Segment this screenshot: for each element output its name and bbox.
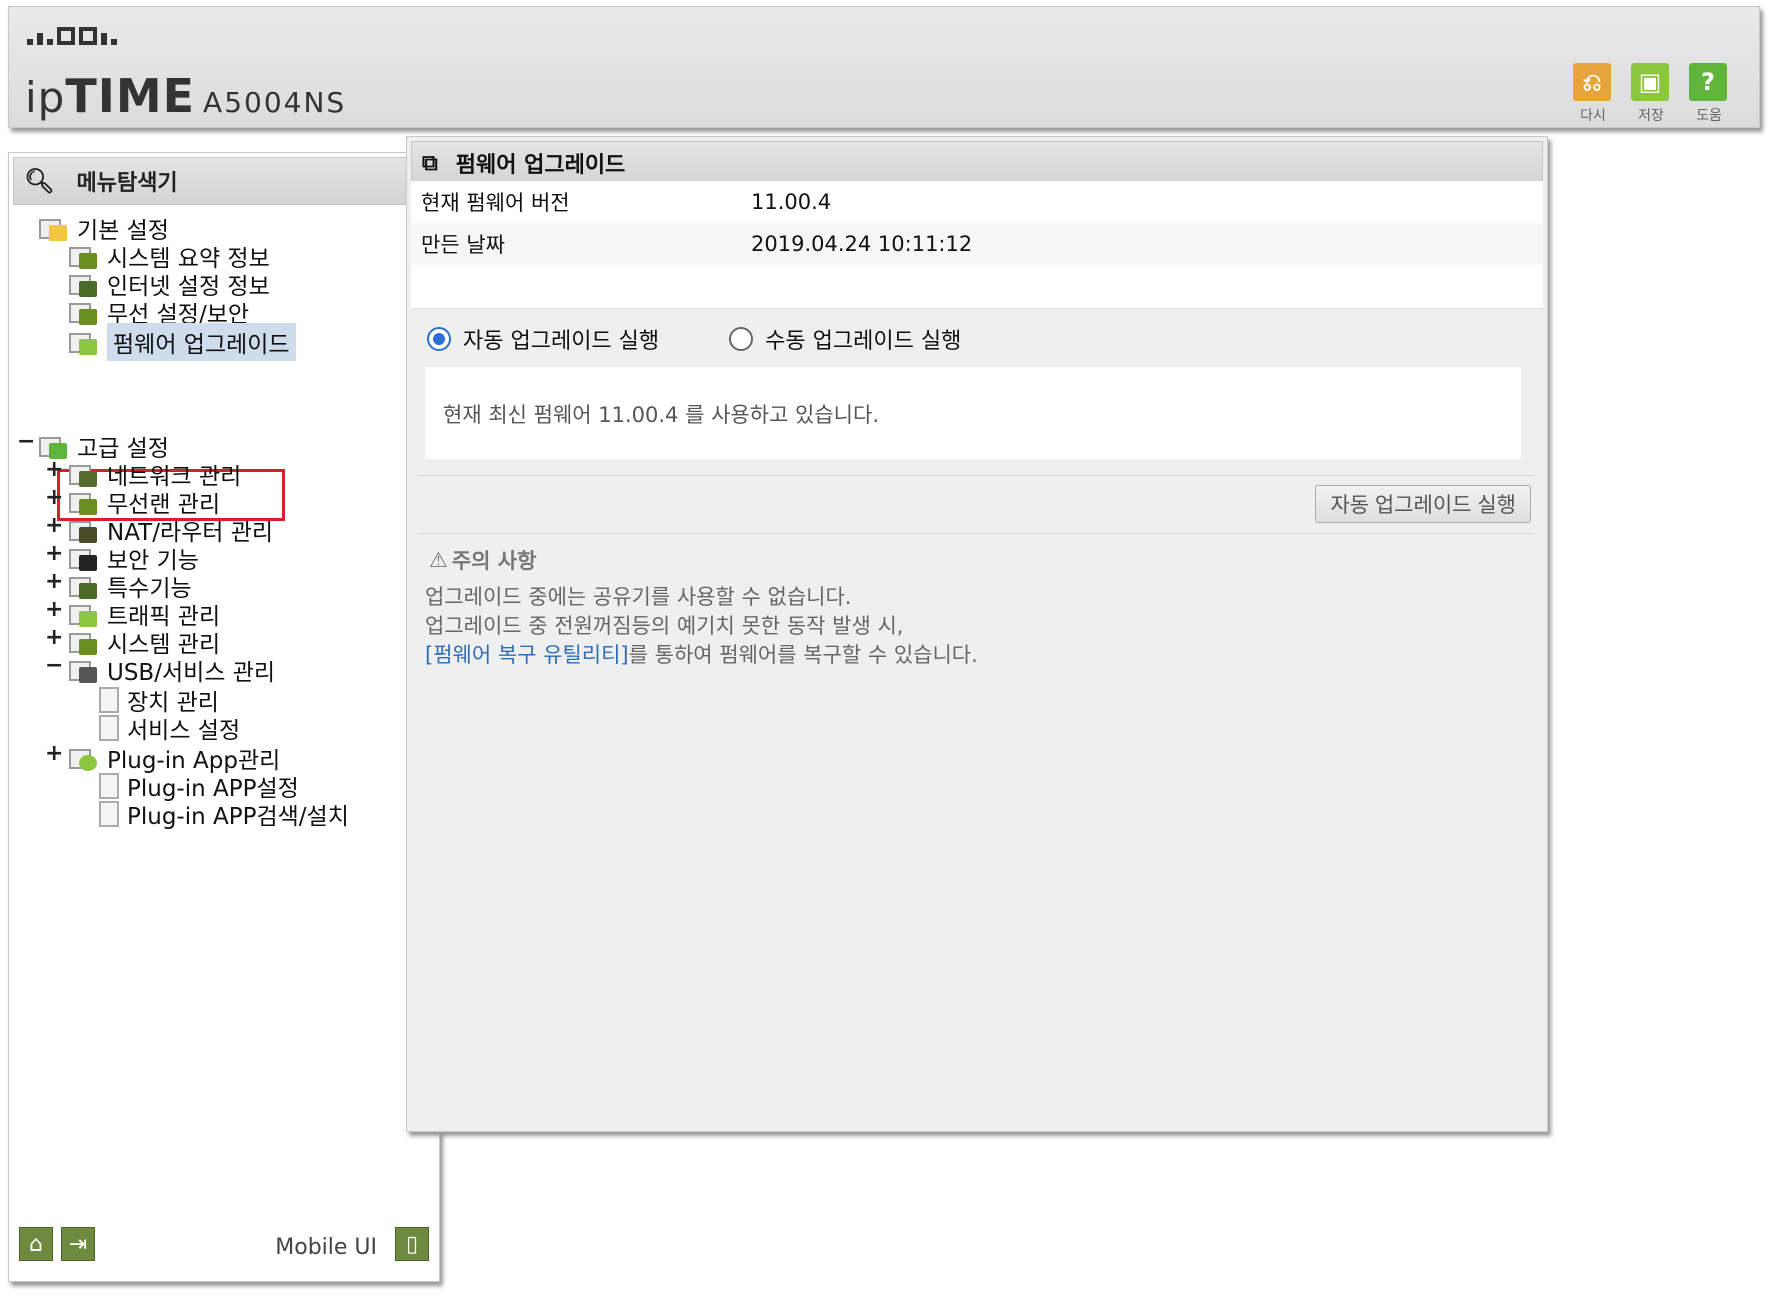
tree-item-service[interactable]: 서비스 설정	[99, 711, 240, 745]
tree-toggle-plugin[interactable]: +	[45, 741, 63, 766]
router-icon	[69, 517, 99, 543]
monitor-icon	[69, 271, 99, 297]
radio-unselected[interactable]	[729, 327, 754, 351]
tree-toggle-advanced[interactable]: −	[17, 429, 35, 454]
tree-item-firmware-upgrade[interactable]: 펌웨어 업그레이드	[69, 323, 296, 361]
tree-toggle-network[interactable]: +	[45, 457, 63, 482]
run-auto-upgrade-button[interactable]: 자동 업그레이드 실행	[1315, 485, 1531, 523]
save-icon: ▣	[1631, 63, 1669, 101]
tree-item-plugin-install[interactable]: Plug-in APP검색/설치	[99, 797, 349, 831]
firmware-recovery-link[interactable]: [펌웨어 복구 유틸리티]	[425, 643, 629, 667]
content-header: ⧉ 펌웨어 업그레이드	[411, 141, 1543, 185]
page-icon	[99, 687, 119, 713]
auto-upgrade-radio[interactable]: 자동 업그레이드 실행	[427, 323, 659, 355]
chart-icon	[69, 629, 99, 655]
radio-selected[interactable]	[427, 327, 451, 351]
warning-icon: ⚠	[429, 548, 448, 572]
page-icon	[99, 715, 119, 741]
page-title: 펌웨어 업그레이드	[455, 153, 626, 178]
undo-icon: ⎌	[1573, 63, 1611, 101]
help-icon: ?	[1689, 63, 1727, 101]
home-button[interactable]: ⌂	[19, 1227, 53, 1261]
save-button[interactable]: ▣ 저장	[1631, 63, 1671, 125]
logout-icon: ⇥	[68, 1231, 88, 1257]
brand-logo: ipTIME A5004NS	[25, 69, 347, 123]
upload-icon	[69, 329, 99, 355]
undo-button[interactable]: ⎌ 다시	[1573, 63, 1613, 125]
home-icon: ⌂	[29, 1231, 43, 1257]
wifi-icon	[69, 299, 99, 325]
menu-explorer: 🔍︎ 메뉴탐색기 기본 설정 시스템 요약 정보 인터넷 설정 정보 무선 설정…	[8, 152, 440, 1282]
menu-explorer-title: 메뉴탐색기	[76, 171, 178, 196]
page-icon	[99, 801, 119, 827]
tree-toggle-security[interactable]: +	[45, 541, 63, 566]
tree-toggle-nat[interactable]: +	[45, 513, 63, 538]
page-stack-icon: ⧉	[422, 150, 438, 176]
tree-toggle-special[interactable]: +	[45, 569, 63, 594]
content-panel: ⧉ 펌웨어 업그레이드 현재 펌웨어 버전 11.00.4 만든 날짜 2019…	[406, 136, 1548, 1132]
mobile-ui-button[interactable]: ▯	[395, 1227, 429, 1261]
folder-icon	[39, 215, 69, 241]
menu-explorer-header: 🔍︎ 메뉴탐색기	[13, 157, 435, 205]
logo-mark	[27, 27, 117, 45]
help-button[interactable]: ? 도움	[1689, 63, 1729, 125]
plugin-icon	[69, 745, 99, 771]
header-toolbar: ⎌ 다시 ▣ 저장 ? 도움	[1573, 63, 1729, 125]
model-name: A5004NS	[203, 86, 347, 119]
magnifier-icon: 🔍︎	[24, 167, 55, 195]
header: ipTIME A5004NS ⎌ 다시 ▣ 저장 ? 도움	[8, 6, 1760, 128]
wifi-icon	[69, 489, 99, 515]
mobile-ui-label: Mobile UI	[275, 1235, 377, 1260]
tree-toggle-usb[interactable]: −	[45, 653, 63, 678]
menu-footer: ⌂ ⇥ Mobile UI ▯	[19, 1227, 429, 1267]
logout-button[interactable]: ⇥	[61, 1227, 95, 1261]
chart-icon	[69, 243, 99, 269]
tree-toggle-wlan[interactable]: +	[45, 485, 63, 510]
page-icon	[99, 773, 119, 799]
traffic-chart-icon	[69, 601, 99, 627]
status-message: 현재 최신 펌웨어 11.00.4 를 사용하고 있습니다.	[425, 367, 1521, 459]
usb-icon	[69, 657, 99, 683]
grid-icon	[69, 573, 99, 599]
divider	[417, 475, 1535, 476]
phone-icon: ▯	[405, 1231, 419, 1257]
info-row-date: 만든 날짜 2019.04.24 10:11:12	[411, 223, 1543, 265]
divider	[417, 533, 1535, 534]
firmware-info-table: 현재 펌웨어 버전 11.00.4 만든 날짜 2019.04.24 10:11…	[411, 181, 1543, 309]
lock-icon	[69, 545, 99, 571]
tree-toggle-traffic[interactable]: +	[45, 597, 63, 622]
network-icon	[69, 461, 99, 487]
upgrade-mode-group: 자동 업그레이드 실행 수동 업그레이드 실행	[427, 323, 961, 355]
folder-icon	[39, 433, 69, 459]
tree-toggle-system[interactable]: +	[45, 625, 63, 650]
notice-title: ⚠ 주의 사항	[429, 548, 537, 573]
manual-upgrade-radio[interactable]: 수동 업그레이드 실행	[729, 323, 961, 355]
tree-item-usb[interactable]: USB/서비스 관리	[69, 653, 275, 687]
notice-text: 업그레이드 중에는 공유기를 사용할 수 없습니다. 업그레이드 중 전원꺼짐등…	[425, 585, 978, 667]
info-row-version: 현재 펌웨어 버전 11.00.4	[421, 190, 832, 215]
